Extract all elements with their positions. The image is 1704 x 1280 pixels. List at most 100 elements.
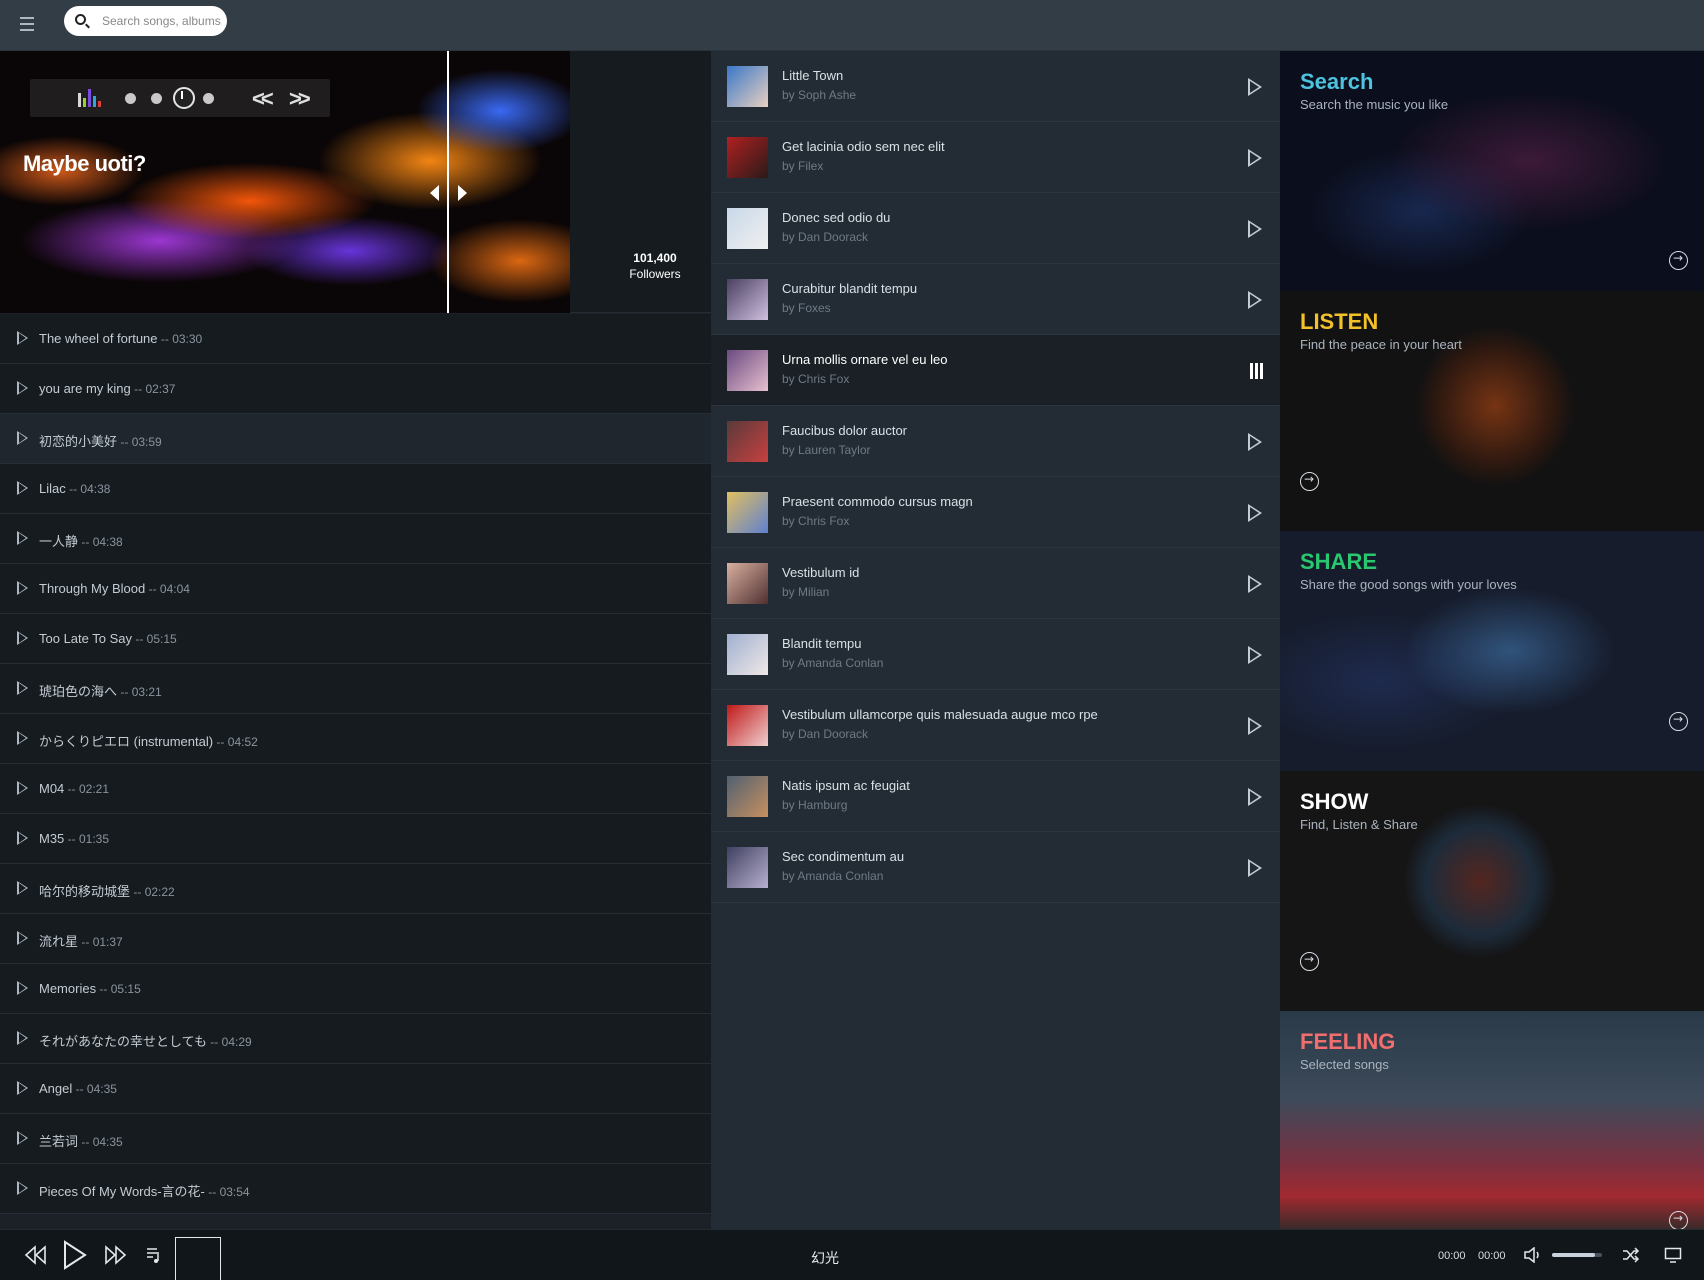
volume-icon[interactable] <box>1524 1247 1542 1263</box>
play-icon[interactable] <box>17 581 28 595</box>
song-artist[interactable]: by Hamburg <box>782 798 847 812</box>
play-icon[interactable] <box>17 481 28 495</box>
play-icon[interactable] <box>1248 788 1262 806</box>
track-row[interactable]: M35 -- 01:35 <box>0 814 711 864</box>
play-icon[interactable] <box>17 881 28 895</box>
track-row[interactable]: 琥珀色の海へ -- 03:21 <box>0 664 711 714</box>
play-icon[interactable] <box>1248 149 1262 167</box>
card-share[interactable]: SHARE Share the good songs with your lov… <box>1280 531 1704 771</box>
song-title[interactable]: Little Town <box>782 68 843 83</box>
track-row[interactable]: Pieces Of My Words-言の花- -- 03:54 <box>0 1164 711 1214</box>
song-row[interactable]: Curabitur blandit tempu by Foxes <box>711 264 1280 335</box>
song-row[interactable]: Faucibus dolor auctor by Lauren Taylor <box>711 406 1280 477</box>
play-icon[interactable] <box>17 931 28 945</box>
song-title[interactable]: Natis ipsum ac feugiat <box>782 778 910 793</box>
song-row[interactable]: Praesent commodo cursus magn by Chris Fox <box>711 477 1280 548</box>
playlist-icon[interactable] <box>146 1246 162 1264</box>
play-icon[interactable] <box>1248 575 1262 593</box>
track-row[interactable]: 哈尔的移动城堡 -- 02:22 <box>0 864 711 914</box>
track-row[interactable]: you are my king -- 02:37 <box>0 364 711 414</box>
card-show[interactable]: SHOW Find, Listen & Share <box>1280 771 1704 1011</box>
fast-forward-icon[interactable] <box>103 1244 127 1266</box>
song-cover[interactable] <box>727 137 768 178</box>
play-icon[interactable] <box>17 1181 28 1195</box>
track-row[interactable]: Memories -- 05:15 <box>0 964 711 1014</box>
track-row[interactable]: 一人静 -- 04:38 <box>0 514 711 564</box>
song-cover[interactable] <box>727 634 768 675</box>
track-row[interactable]: 流れ星 -- 01:37 <box>0 914 711 964</box>
play-icon[interactable] <box>1248 717 1262 735</box>
comparison-divider[interactable] <box>447 51 449 313</box>
song-row[interactable]: Donec sed odio du by Dan Doorack <box>711 193 1280 264</box>
arrow-right-circle-icon[interactable] <box>1669 712 1688 731</box>
track-row[interactable]: M04 -- 02:21 <box>0 764 711 814</box>
song-artist[interactable]: by Amanda Conlan <box>782 869 883 883</box>
card-feeling[interactable]: FEELING Selected songs <box>1280 1011 1704 1229</box>
divider-left-arrow-icon[interactable] <box>430 185 439 201</box>
divider-right-arrow-icon[interactable] <box>458 185 467 201</box>
play-icon[interactable] <box>17 781 28 795</box>
song-title[interactable]: Praesent commodo cursus magn <box>782 494 973 509</box>
play-icon[interactable] <box>17 331 28 345</box>
track-row[interactable]: Too Late To Say -- 05:15 <box>0 614 711 664</box>
song-artist[interactable]: by Dan Doorack <box>782 727 868 741</box>
card-search[interactable]: Search Search the music you like <box>1280 51 1704 291</box>
play-icon[interactable] <box>17 1131 28 1145</box>
track-row[interactable]: 兰若词 -- 04:35 <box>0 1114 711 1164</box>
next-slide-icon[interactable]: >> <box>289 86 311 112</box>
song-artist[interactable]: by Lauren Taylor <box>782 443 871 457</box>
volume-slider[interactable] <box>1552 1253 1602 1257</box>
song-title[interactable]: Blandit tempu <box>782 636 862 651</box>
track-row[interactable]: それがあなたの幸せとしても -- 04:29 <box>0 1014 711 1064</box>
song-title[interactable]: Vestibulum id <box>782 565 859 580</box>
now-playing-bars-icon[interactable] <box>1250 363 1263 379</box>
song-cover[interactable] <box>727 350 768 391</box>
track-row[interactable]: 初恋的小美好 -- 03:59 <box>0 414 711 464</box>
arrow-right-circle-icon[interactable] <box>1300 952 1319 971</box>
song-cover[interactable] <box>727 492 768 533</box>
song-cover[interactable] <box>727 847 768 888</box>
song-title[interactable]: Curabitur blandit tempu <box>782 281 917 296</box>
track-row[interactable]: The wheel of fortune -- 03:30 <box>0 314 711 364</box>
song-artist[interactable]: by Dan Doorack <box>782 230 868 244</box>
song-cover[interactable] <box>727 421 768 462</box>
play-icon[interactable] <box>17 631 28 645</box>
song-artist[interactable]: by Chris Fox <box>782 514 849 528</box>
song-cover[interactable] <box>727 776 768 817</box>
play-icon[interactable] <box>1248 433 1262 451</box>
slide-dot-1[interactable] <box>125 93 136 104</box>
screen-icon[interactable] <box>1664 1247 1682 1263</box>
song-cover[interactable] <box>727 705 768 746</box>
track-row[interactable]: からくりピエロ (instrumental) -- 04:52 <box>0 714 711 764</box>
play-icon[interactable] <box>1248 78 1262 96</box>
song-artist[interactable]: by Soph Ashe <box>782 88 856 102</box>
play-icon[interactable] <box>17 531 28 545</box>
slide-dot-2[interactable] <box>151 93 162 104</box>
song-title[interactable]: Vestibulum ullamcorpe quis malesuada aug… <box>782 707 1098 722</box>
song-cover[interactable] <box>727 66 768 107</box>
rewind-icon[interactable] <box>24 1244 48 1266</box>
song-artist[interactable]: by Foxes <box>782 301 831 315</box>
song-row[interactable]: Urna mollis ornare vel eu leo by Chris Fo… <box>711 335 1280 406</box>
play-icon[interactable] <box>17 1031 28 1045</box>
song-title[interactable]: Donec sed odio du <box>782 210 890 225</box>
play-icon[interactable] <box>1248 646 1262 664</box>
song-cover[interactable] <box>727 279 768 320</box>
song-row[interactable]: Sec condimentum au by Amanda Conlan <box>711 832 1280 903</box>
play-icon[interactable] <box>1248 291 1262 309</box>
search-input[interactable] <box>102 6 222 36</box>
song-title[interactable]: Get lacinia odio sem nec elit <box>782 139 945 154</box>
play-icon[interactable] <box>17 431 28 445</box>
track-row[interactable]: Through My Blood -- 04:04 <box>0 564 711 614</box>
song-title[interactable]: Sec condimentum au <box>782 849 904 864</box>
song-title[interactable]: Faucibus dolor auctor <box>782 423 907 438</box>
song-artist[interactable]: by Chris Fox <box>782 372 849 386</box>
track-row[interactable]: Lilac -- 04:38 <box>0 464 711 514</box>
song-row[interactable]: Blandit tempu by Amanda Conlan <box>711 619 1280 690</box>
song-row[interactable]: Little Town by Soph Ashe <box>711 51 1280 122</box>
play-icon[interactable] <box>1248 220 1262 238</box>
play-icon[interactable] <box>17 681 28 695</box>
song-row[interactable]: Get lacinia odio sem nec elit by Filex <box>711 122 1280 193</box>
song-title[interactable]: Urna mollis ornare vel eu leo <box>782 352 947 367</box>
search-icon[interactable] <box>75 14 86 25</box>
